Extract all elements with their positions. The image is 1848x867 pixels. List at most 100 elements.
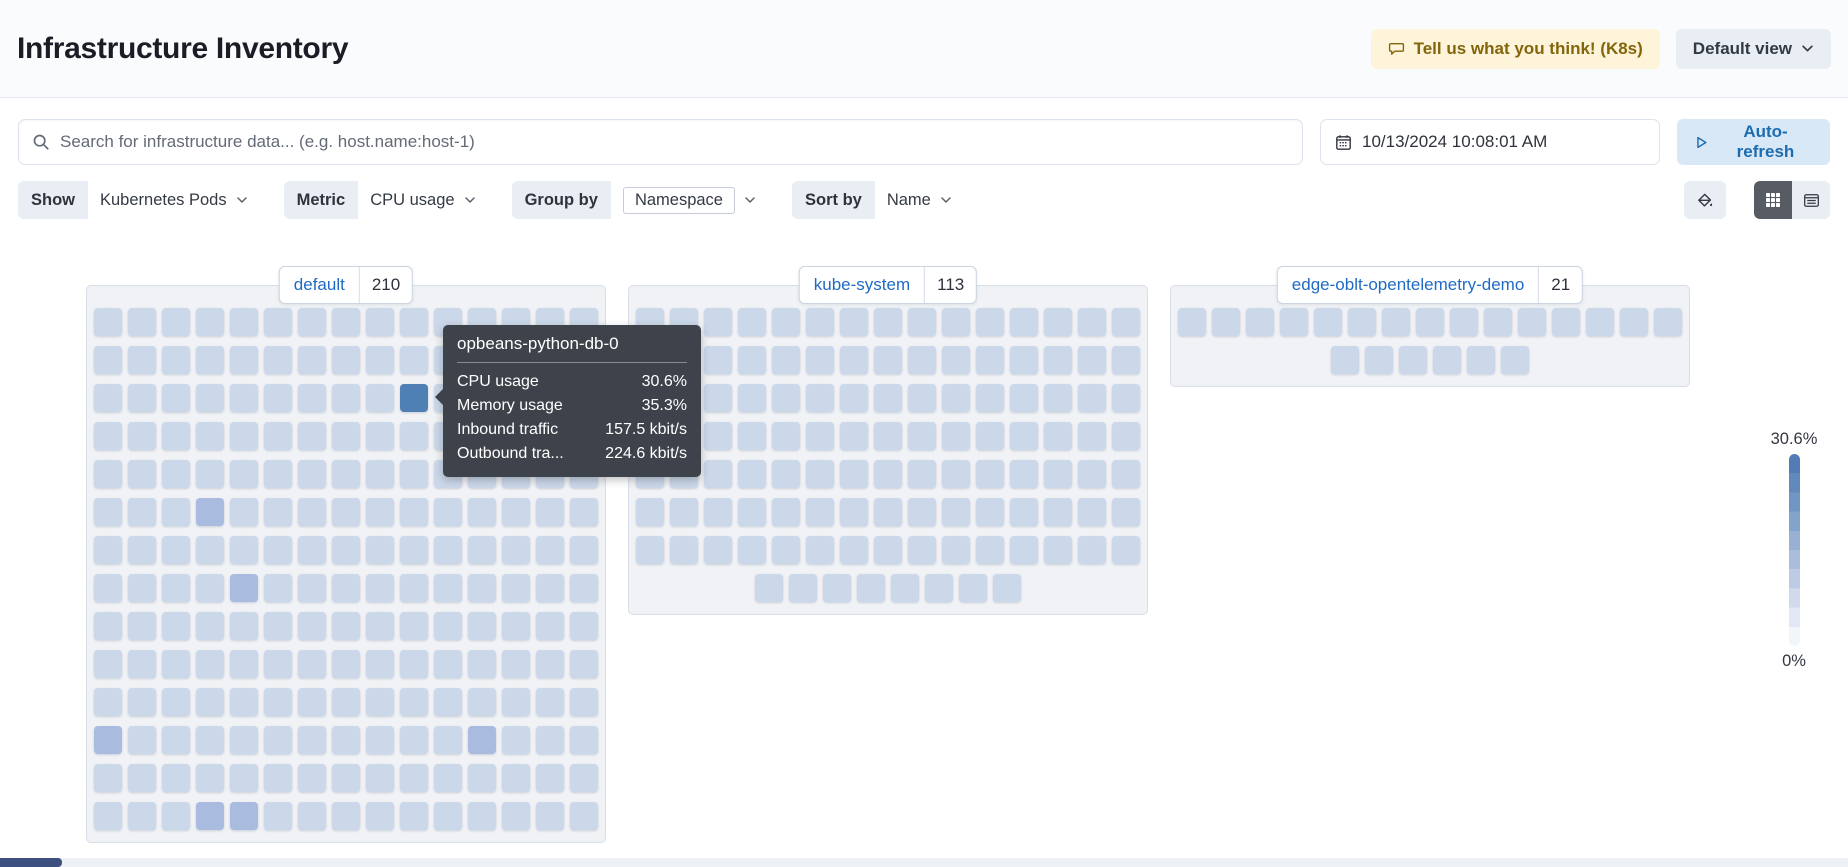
- pod-cell[interactable]: [704, 422, 732, 450]
- pod-cell[interactable]: [94, 764, 122, 792]
- pod-cell[interactable]: [400, 346, 428, 374]
- pod-cell[interactable]: [298, 802, 326, 830]
- pod-cell[interactable]: [874, 498, 902, 526]
- pod-cell[interactable]: [502, 764, 530, 792]
- pod-cell[interactable]: [298, 650, 326, 678]
- pod-cell[interactable]: [874, 308, 902, 336]
- pod-cell[interactable]: [196, 726, 224, 754]
- pod-cell[interactable]: [874, 346, 902, 374]
- pod-cell[interactable]: [128, 346, 156, 374]
- pod-cell[interactable]: [806, 384, 834, 412]
- pod-cell[interactable]: [298, 308, 326, 336]
- pod-cell[interactable]: [94, 612, 122, 640]
- pod-cell[interactable]: [942, 308, 970, 336]
- pod-cell[interactable]: [772, 308, 800, 336]
- pod-cell[interactable]: [94, 384, 122, 412]
- pod-cell[interactable]: [1112, 384, 1140, 412]
- pod-cell[interactable]: [976, 422, 1004, 450]
- pod-cell[interactable]: [162, 460, 190, 488]
- pod-cell[interactable]: [434, 650, 462, 678]
- pod-cell[interactable]: [1112, 498, 1140, 526]
- pod-cell[interactable]: [536, 498, 564, 526]
- pod-cell[interactable]: [1331, 346, 1359, 374]
- pod-cell[interactable]: [162, 536, 190, 564]
- pod-cell[interactable]: [738, 536, 766, 564]
- pod-cell[interactable]: [128, 422, 156, 450]
- pod-cell[interactable]: [976, 308, 1004, 336]
- pod-cell[interactable]: [1112, 308, 1140, 336]
- feedback-button[interactable]: Tell us what you think! (K8s): [1370, 28, 1660, 69]
- pod-cell[interactable]: [264, 726, 292, 754]
- pod-cell[interactable]: [570, 726, 598, 754]
- pod-cell[interactable]: [959, 574, 987, 602]
- pod-cell[interactable]: [1399, 346, 1427, 374]
- pod-cell[interactable]: [94, 346, 122, 374]
- pod-cell[interactable]: [857, 574, 885, 602]
- pod-cell[interactable]: [636, 536, 664, 564]
- pod-cell[interactable]: [738, 384, 766, 412]
- pod-cell[interactable]: [230, 802, 258, 830]
- pod-cell[interactable]: [942, 422, 970, 450]
- pod-cell[interactable]: [434, 802, 462, 830]
- pod-cell[interactable]: [128, 574, 156, 602]
- pod-cell[interactable]: [1112, 460, 1140, 488]
- pod-cell[interactable]: [298, 726, 326, 754]
- pod-cell[interactable]: [264, 650, 292, 678]
- pod-cell[interactable]: [468, 498, 496, 526]
- pod-cell[interactable]: [298, 422, 326, 450]
- pod-cell[interactable]: [1044, 308, 1072, 336]
- pod-cell[interactable]: [264, 384, 292, 412]
- pod-cell[interactable]: [230, 726, 258, 754]
- pod-cell[interactable]: [570, 498, 598, 526]
- auto-refresh-button[interactable]: Auto-refresh: [1677, 119, 1830, 165]
- pod-cell[interactable]: [298, 574, 326, 602]
- pod-cell[interactable]: [366, 460, 394, 488]
- pod-cell[interactable]: [1314, 308, 1342, 336]
- pod-cell[interactable]: [1586, 308, 1614, 336]
- pod-cell[interactable]: [94, 536, 122, 564]
- pod-cell[interactable]: [298, 384, 326, 412]
- table-view-button[interactable]: [1792, 181, 1830, 219]
- pod-cell[interactable]: [840, 536, 868, 564]
- pod-cell[interactable]: [298, 688, 326, 716]
- pod-cell[interactable]: [94, 422, 122, 450]
- pod-cell[interactable]: [1654, 308, 1682, 336]
- pod-cell[interactable]: [789, 574, 817, 602]
- pod-cell[interactable]: [196, 612, 224, 640]
- pod-cell[interactable]: [94, 308, 122, 336]
- pod-cell[interactable]: [264, 536, 292, 564]
- pod-cell[interactable]: [908, 308, 936, 336]
- pod-cell[interactable]: [1112, 346, 1140, 374]
- pod-cell[interactable]: [196, 802, 224, 830]
- pod-cell[interactable]: [1484, 308, 1512, 336]
- pod-cell[interactable]: [196, 764, 224, 792]
- pod-cell[interactable]: [196, 688, 224, 716]
- group-name-link[interactable]: edge-oblt-opentelemetry-demo: [1278, 267, 1538, 303]
- pod-cell[interactable]: [468, 536, 496, 564]
- pod-cell[interactable]: [332, 612, 360, 640]
- pod-cell[interactable]: [366, 574, 394, 602]
- pod-cell[interactable]: [230, 574, 258, 602]
- pod-cell[interactable]: [298, 460, 326, 488]
- pod-cell[interactable]: [468, 612, 496, 640]
- pod-cell[interactable]: [128, 688, 156, 716]
- pod-cell[interactable]: [162, 612, 190, 640]
- pod-cell[interactable]: [570, 650, 598, 678]
- pod-cell[interactable]: [704, 384, 732, 412]
- pod-cell[interactable]: [908, 460, 936, 488]
- pod-cell[interactable]: [738, 346, 766, 374]
- pod-cell[interactable]: [502, 802, 530, 830]
- pod-cell[interactable]: [264, 612, 292, 640]
- pod-cell[interactable]: [366, 688, 394, 716]
- sort-by-select[interactable]: Name: [875, 181, 962, 219]
- pod-cell[interactable]: [196, 384, 224, 412]
- pod-cell[interactable]: [332, 574, 360, 602]
- pod-cell[interactable]: [366, 384, 394, 412]
- pod-cell[interactable]: [1467, 346, 1495, 374]
- pod-cell[interactable]: [738, 422, 766, 450]
- pod-cell[interactable]: [230, 346, 258, 374]
- pod-cell[interactable]: [298, 346, 326, 374]
- pod-cell[interactable]: [128, 726, 156, 754]
- pod-cell[interactable]: [230, 536, 258, 564]
- pod-cell[interactable]: [264, 308, 292, 336]
